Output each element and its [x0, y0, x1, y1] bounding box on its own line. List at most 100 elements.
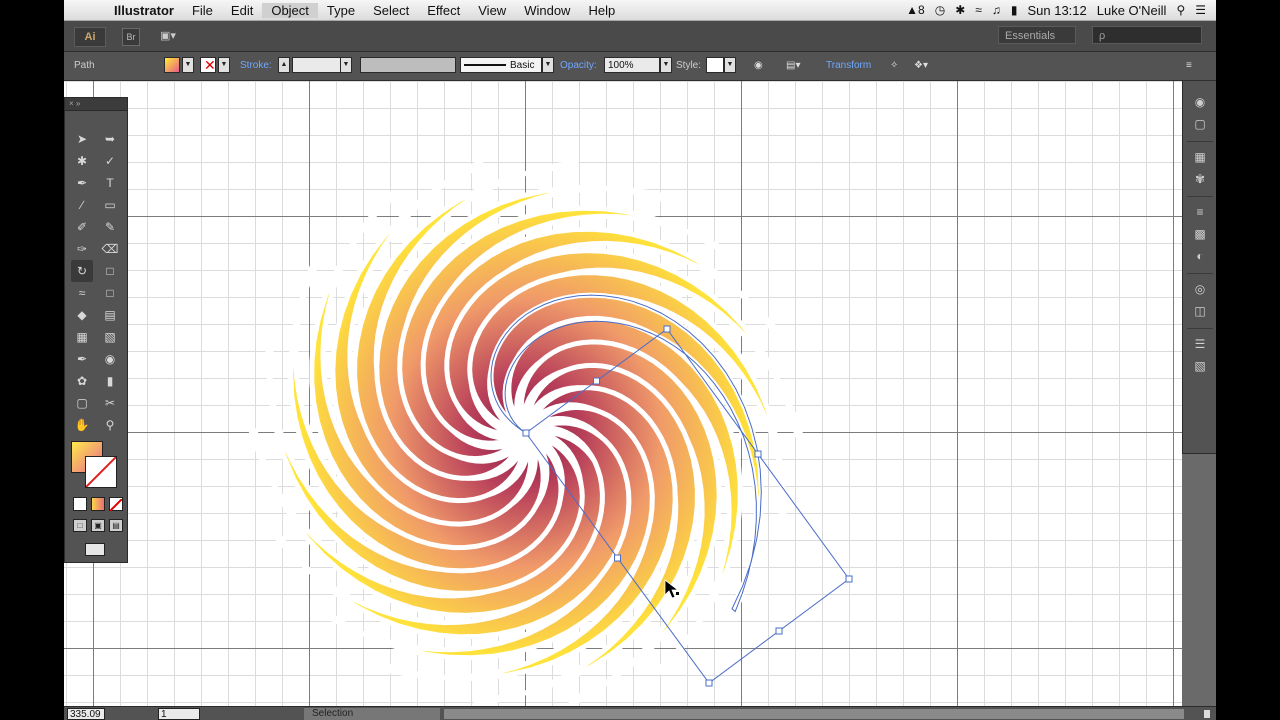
direct-selection-tool-icon[interactable]: ➥ — [99, 128, 121, 150]
stroke-swatch[interactable] — [85, 456, 117, 488]
fill-dropdown-icon[interactable]: ▼ — [182, 57, 194, 73]
color-guide-icon[interactable]: ▢ — [1183, 113, 1216, 135]
stroke-panel-icon[interactable]: ≡ — [1183, 201, 1216, 223]
blob-brush-tool-icon[interactable]: ✑ — [71, 238, 93, 260]
artboard-navigation-field[interactable]: 1 — [158, 708, 200, 720]
draw-behind-button[interactable]: ▣ — [91, 519, 105, 532]
screen-mode-button[interactable] — [85, 543, 105, 556]
swatches-panel-icon[interactable]: ▦ — [1183, 146, 1216, 168]
bounding-box-handle[interactable] — [614, 554, 621, 562]
scroll-thumb[interactable] — [1204, 710, 1210, 718]
spotlight-search-icon[interactable]: ⚲ — [1176, 3, 1185, 17]
menu-type[interactable]: Type — [318, 3, 364, 18]
brush-dropdown-icon[interactable]: ▼ — [542, 57, 554, 73]
vertical-scrollbar[interactable] — [1182, 454, 1216, 706]
clock[interactable]: Sun 13:12 — [1027, 3, 1086, 18]
opacity-dropdown-icon[interactable]: ▼ — [660, 57, 672, 73]
menu-window[interactable]: Window — [515, 3, 579, 18]
menu-view[interactable]: View — [469, 3, 515, 18]
opacity-field[interactable]: 100% — [604, 57, 660, 73]
artboard-tool-icon[interactable]: ▢ — [71, 392, 93, 414]
bounding-box-handle[interactable] — [845, 575, 853, 583]
gradient-mode-button[interactable] — [91, 497, 105, 511]
fill-color-swatch[interactable] — [164, 57, 180, 73]
status-text[interactable]: Selection — [304, 708, 440, 720]
bounding-box-handle[interactable] — [705, 679, 713, 687]
bridge-button[interactable]: Br — [122, 28, 140, 46]
magic-wand-tool-icon[interactable]: ✱ — [71, 150, 93, 172]
stroke-color-swatch[interactable]: ✕ — [200, 57, 216, 73]
paintbrush-tool-icon[interactable]: ✐ — [71, 216, 93, 238]
draw-normal-button[interactable]: □ — [73, 519, 87, 532]
rotate-tool-icon[interactable]: ↻ — [71, 260, 93, 282]
selection-tool-icon[interactable]: ➤ — [71, 128, 93, 150]
menu-edit[interactable]: Edit — [222, 3, 262, 18]
transform-panel-link[interactable]: Transform — [826, 58, 871, 74]
opacity-panel-link[interactable]: Opacity: — [560, 58, 597, 74]
isolate-object-icon[interactable]: ✧ — [890, 58, 898, 74]
workspace-switcher[interactable]: Essentials — [998, 26, 1076, 44]
stroke-weight-dropdown-icon[interactable]: ▼ — [340, 57, 352, 73]
notification-list-icon[interactable]: ☰ — [1195, 3, 1206, 17]
bounding-box-handle[interactable] — [775, 627, 783, 635]
bluetooth-icon[interactable]: ✱ — [955, 3, 965, 17]
stroke-weight-field[interactable] — [292, 57, 342, 73]
control-panel-menu-icon[interactable]: ≡ — [1186, 58, 1192, 74]
spiral-artwork[interactable] — [64, 81, 1182, 706]
bounding-box-handle[interactable] — [522, 429, 530, 437]
column-graph-tool-icon[interactable]: ▮ — [99, 370, 121, 392]
select-similar-icon[interactable]: ❖▾ — [914, 58, 928, 74]
time-machine-icon[interactable]: ◷ — [935, 3, 945, 17]
blend-tool-icon[interactable]: ◉ — [99, 348, 121, 370]
tools-panel-header[interactable]: × » — [65, 98, 127, 111]
volume-icon[interactable]: ♫ — [992, 3, 1001, 17]
brushes-panel-icon[interactable]: ✾ — [1183, 168, 1216, 190]
menu-file[interactable]: File — [183, 3, 222, 18]
color-panel-icon[interactable]: ◉ — [1183, 91, 1216, 113]
gradient-panel-icon[interactable]: ▩ — [1183, 223, 1216, 245]
width-tool-icon[interactable]: ≈ — [71, 282, 93, 304]
bounding-box-handle[interactable] — [754, 450, 762, 458]
slice-tool-icon[interactable]: ✂ — [99, 392, 121, 414]
stroke-panel-link[interactable]: Stroke: — [240, 58, 272, 74]
gradient-tool-icon[interactable]: ▧ — [99, 326, 121, 348]
shape-builder-tool-icon[interactable]: ◆ — [71, 304, 93, 326]
zoom-level-field[interactable]: 335.09 — [67, 708, 105, 720]
eyedropper-tool-icon[interactable]: ✒ — [71, 348, 93, 370]
horizontal-scrollbar[interactable] — [444, 709, 1210, 719]
lasso-tool-icon[interactable]: ✓ — [99, 150, 121, 172]
user-name[interactable]: Luke O'Neill — [1097, 3, 1167, 18]
stroke-dropdown-icon[interactable]: ▼ — [218, 57, 230, 73]
none-mode-button[interactable] — [109, 497, 123, 512]
brush-definition-select[interactable]: Basic — [460, 57, 542, 73]
adobe-updates-icon[interactable]: ▲8 — [906, 3, 925, 17]
menu-help[interactable]: Help — [579, 3, 624, 18]
free-transform-tool-icon[interactable]: □ — [99, 282, 121, 304]
arrange-documents-icon[interactable]: ▣▾ — [160, 28, 180, 44]
transparency-panel-icon[interactable]: ◐ — [1183, 245, 1216, 267]
artboard-canvas[interactable] — [64, 81, 1182, 706]
rectangle-tool-icon[interactable]: ▭ — [99, 194, 121, 216]
appearance-panel-icon[interactable]: ◎ — [1183, 278, 1216, 300]
menu-effect[interactable]: Effect — [418, 3, 469, 18]
perspective-grid-tool-icon[interactable]: ▤ — [99, 304, 121, 326]
align-options-icon[interactable]: ▤▾ — [786, 58, 800, 74]
recolor-artwork-icon[interactable]: ◉ — [754, 58, 763, 74]
style-dropdown-icon[interactable]: ▼ — [724, 57, 736, 73]
artboards-panel-icon[interactable]: ▧ — [1183, 355, 1216, 377]
bounding-box-handle[interactable] — [663, 325, 671, 333]
menu-object[interactable]: Object — [262, 2, 318, 18]
layers-panel-icon[interactable]: ☰ — [1183, 333, 1216, 355]
bounding-box-handle[interactable] — [593, 377, 600, 385]
battery-icon[interactable]: ▮ — [1011, 3, 1018, 17]
pencil-tool-icon[interactable]: ✎ — [99, 216, 121, 238]
dock-header[interactable] — [1183, 81, 1216, 91]
menu-app-name[interactable]: Illustrator — [104, 3, 183, 18]
graphic-style-swatch[interactable] — [706, 57, 724, 73]
variable-width-profile[interactable] — [360, 57, 456, 73]
line-tool-icon[interactable]: ∕ — [71, 194, 93, 216]
pen-tool-icon[interactable]: ✒ — [71, 172, 93, 194]
eraser-tool-icon[interactable]: ⌫ — [99, 238, 121, 260]
symbol-sprayer-tool-icon[interactable]: ✿ — [71, 370, 93, 392]
wifi-icon[interactable]: ≈ — [975, 3, 982, 17]
